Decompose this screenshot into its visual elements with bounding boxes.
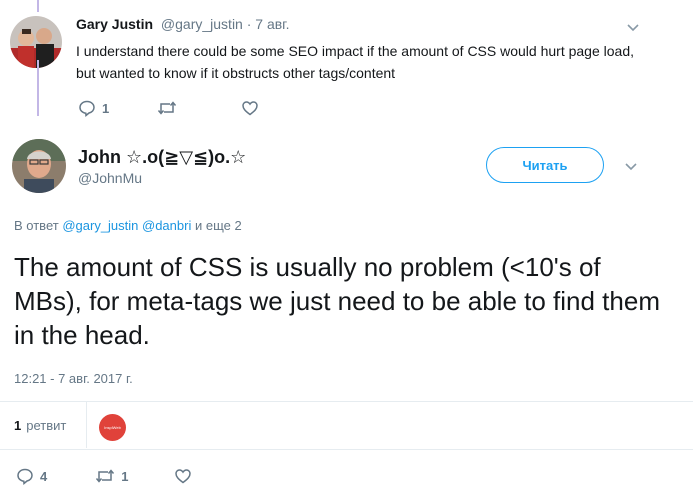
- main-retweet-count: 1: [121, 468, 129, 484]
- heart-icon: [175, 469, 192, 484]
- heart-icon: [242, 101, 258, 116]
- avatar-john-mu[interactable]: [12, 139, 66, 193]
- main-actions: 4 1: [16, 467, 198, 485]
- like-button[interactable]: [241, 99, 265, 117]
- divider-top: [0, 401, 693, 402]
- chevron-down-icon[interactable]: [622, 158, 640, 176]
- main-reply-count: 4: [40, 468, 48, 484]
- reply-text: I understand there could be some SEO imp…: [76, 43, 634, 81]
- retweet-icon: [158, 101, 177, 115]
- retweet-icon: [96, 469, 115, 483]
- reply-icon: [79, 100, 95, 117]
- reply-header: Gary Justin @gary_justin · 7 авг.: [76, 16, 289, 32]
- divider-bottom: [0, 449, 693, 450]
- tweet-timestamp[interactable]: 12:21 - 7 авг. 2017 г.: [14, 371, 133, 386]
- retweeter-avatar[interactable]: InspiWeb: [99, 414, 126, 441]
- main-retweet-button[interactable]: 1: [95, 467, 128, 485]
- thread-line-top: [37, 0, 39, 12]
- reply-icon: [17, 468, 33, 485]
- in-reply-mentions[interactable]: @gary_justin @danbri: [62, 218, 191, 233]
- reply-count: 1: [102, 100, 110, 116]
- reply-author-meta[interactable]: @gary_justin · 7 авг.: [161, 16, 290, 32]
- retweeter-badge: InspiWeb: [104, 425, 121, 430]
- follow-button[interactable]: Читать: [486, 147, 604, 183]
- main-author-name[interactable]: John ☆.o(≧▽≦)o.☆: [78, 147, 246, 168]
- reply-actions: 1: [78, 99, 265, 117]
- in-reply-prefix: В ответ: [14, 218, 59, 233]
- retweets-label: ретвит: [26, 418, 67, 433]
- chevron-down-icon[interactable]: [624, 19, 642, 37]
- reply-button[interactable]: 1: [78, 99, 109, 117]
- retweets-count: 1: [14, 418, 22, 433]
- thread-line-bottom: [37, 60, 39, 116]
- retweet-stats[interactable]: 1 ретвит: [14, 418, 66, 433]
- in-reply-suffix[interactable]: и еще 2: [195, 218, 242, 233]
- avatar-gary-justin[interactable]: [10, 16, 62, 68]
- main-tweet-text: The amount of CSS is usually no problem …: [14, 252, 660, 350]
- main-reply-button[interactable]: 4: [16, 467, 47, 485]
- stats-separator: [86, 402, 87, 448]
- retweet-button[interactable]: [157, 99, 183, 117]
- main-like-button[interactable]: [174, 467, 198, 485]
- reply-author-name[interactable]: Gary Justin: [76, 16, 153, 32]
- in-reply-to: В ответ @gary_justin @danbri и еще 2: [14, 218, 242, 233]
- main-author-handle[interactable]: @JohnMu: [78, 170, 142, 186]
